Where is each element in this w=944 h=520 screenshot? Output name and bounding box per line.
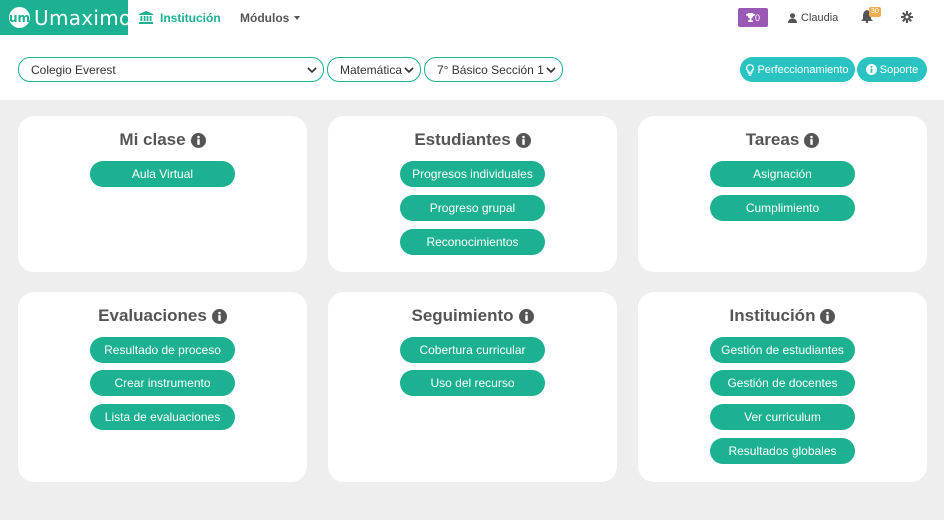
- uso-del-recurso-button[interactable]: Uso del recurso: [400, 370, 545, 396]
- nav-modules-dropdown[interactable]: Módulos: [240, 0, 301, 35]
- card-mi-clase: Mi clase Aula Virtual: [18, 116, 307, 272]
- card-evaluaciones: Evaluaciones Resultado de proceso Crear …: [18, 292, 307, 482]
- info-icon[interactable]: [190, 132, 206, 148]
- info-icon[interactable]: [515, 132, 531, 148]
- school-select[interactable]: Colegio Everest: [18, 57, 324, 82]
- subject-select-value: Matemática: [340, 62, 403, 77]
- improvement-button[interactable]: Perfeccionamiento: [740, 57, 855, 82]
- caret-down-icon: [294, 15, 301, 20]
- top-navbar: um Umaximo Institución Módulos 0 Claudia…: [0, 0, 944, 35]
- logo-text: Umaximo: [34, 5, 132, 30]
- card-tareas: Tareas Asignación Cumplimiento: [638, 116, 927, 272]
- gear-icon[interactable]: [901, 11, 913, 23]
- trophy-count: 0: [754, 12, 760, 23]
- crear-instrumento-button[interactable]: Crear instrumento: [90, 370, 235, 396]
- improvement-label: Perfeccionamiento: [757, 63, 849, 76]
- filter-bar: Colegio Everest Matemática 7° Básico Sec…: [0, 35, 944, 100]
- aula-virtual-button[interactable]: Aula Virtual: [90, 161, 235, 187]
- notifications-badge: 30: [869, 7, 881, 17]
- card-title: Evaluaciones: [18, 306, 307, 326]
- user-icon: [788, 12, 797, 23]
- nav-institution[interactable]: Institución: [128, 0, 230, 35]
- trophy-icon: [745, 13, 755, 22]
- user-name: Claudia: [801, 11, 839, 24]
- chevron-down-icon: [404, 67, 414, 74]
- asignacion-button[interactable]: Asignación: [710, 161, 855, 187]
- card-estudiantes: Estudiantes Progresos individuales Progr…: [328, 116, 617, 272]
- school-select-value: Colegio Everest: [31, 62, 116, 77]
- cumplimiento-button[interactable]: Cumplimiento: [710, 195, 855, 221]
- resultados-globales-button[interactable]: Resultados globales: [710, 438, 855, 464]
- logo[interactable]: um Umaximo: [0, 0, 131, 35]
- card-title: Seguimiento: [328, 306, 617, 326]
- info-icon[interactable]: [518, 308, 534, 324]
- card-title-text: Tareas: [745, 130, 800, 149]
- support-button[interactable]: Soporte: [857, 57, 927, 82]
- card-title-text: Evaluaciones: [98, 306, 207, 325]
- course-select-value: 7° Básico Sección 1: [437, 62, 544, 77]
- card-title: Tareas: [638, 130, 927, 150]
- gestion-de-docentes-button[interactable]: Gestión de docentes: [710, 370, 855, 396]
- card-title-text: Seguimiento: [411, 306, 514, 325]
- info-icon[interactable]: [211, 308, 227, 324]
- lista-de-evaluaciones-button[interactable]: Lista de evaluaciones: [90, 404, 235, 430]
- card-title: Estudiantes: [328, 130, 617, 150]
- progresos-individuales-button[interactable]: Progresos individuales: [400, 161, 545, 187]
- info-icon: [865, 64, 877, 75]
- chevron-down-icon: [307, 67, 317, 74]
- card-title-text: Institución: [729, 306, 816, 325]
- user-menu[interactable]: Claudia: [788, 0, 838, 35]
- logo-mark: um: [9, 7, 30, 28]
- trophy-badge[interactable]: 0: [738, 8, 768, 27]
- reconocimientos-button[interactable]: Reconocimientos: [400, 229, 545, 255]
- card-title-text: Estudiantes: [414, 130, 511, 149]
- ver-curriculum-button[interactable]: Ver curriculum: [710, 404, 855, 430]
- nav-modules-label: Módulos: [240, 10, 290, 25]
- course-select[interactable]: 7° Básico Sección 1: [424, 57, 563, 82]
- card-title-text: Mi clase: [119, 130, 186, 149]
- nav-institution-label: Institución: [160, 10, 221, 25]
- resultado-de-proceso-button[interactable]: Resultado de proceso: [90, 337, 235, 363]
- card-seguimiento: Seguimiento Cobertura curricular Uso del…: [328, 292, 617, 482]
- card-institucion: Institución Gestión de estudiantes Gesti…: [638, 292, 927, 482]
- card-title: Institución: [638, 306, 927, 326]
- subject-select[interactable]: Matemática: [327, 57, 421, 82]
- progreso-grupal-button[interactable]: Progreso grupal: [400, 195, 545, 221]
- institution-icon: [139, 11, 153, 24]
- support-label: Soporte: [879, 63, 919, 76]
- info-icon[interactable]: [804, 132, 820, 148]
- lightbulb-icon: [746, 63, 755, 76]
- chevron-down-icon: [546, 67, 556, 74]
- cobertura-curricular-button[interactable]: Cobertura curricular: [400, 337, 545, 363]
- gestion-de-estudiantes-button[interactable]: Gestión de estudiantes: [710, 337, 855, 363]
- info-icon[interactable]: [820, 308, 836, 324]
- card-title: Mi clase: [18, 130, 307, 150]
